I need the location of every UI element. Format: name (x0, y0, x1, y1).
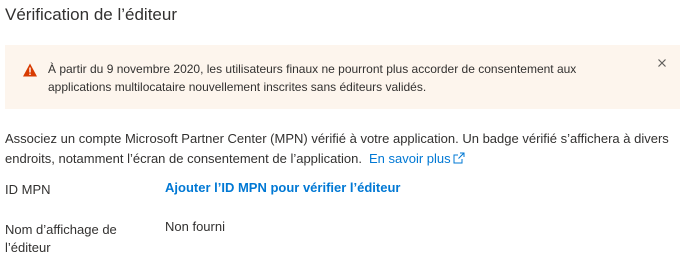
description-text: Associez un compte Microsoft Partner Cen… (5, 131, 669, 166)
learn-more-label: En savoir plus (369, 151, 451, 166)
description: Associez un compte Microsoft Partner Cen… (5, 129, 675, 169)
mpn-id-value: Ajouter l’ID MPN pour vérifier l’éditeur (165, 179, 400, 197)
warning-icon (22, 62, 38, 78)
learn-more-link[interactable]: En savoir plus (369, 151, 465, 166)
add-mpn-id-link[interactable]: Ajouter l’ID MPN pour vérifier l’éditeur (165, 180, 400, 195)
banner-message: À partir du 9 novembre 2020, les utilisa… (48, 62, 577, 94)
close-icon[interactable] (654, 55, 670, 71)
page-title: Vérification de l’éditeur (5, 5, 177, 24)
external-link-icon (453, 150, 465, 164)
warning-banner: À partir du 9 novembre 2020, les utilisa… (5, 45, 680, 109)
display-name-value: Non fourni (165, 219, 225, 234)
display-name-label: Nom d’affichage de l’éditeur (5, 222, 117, 255)
mpn-id-label: ID MPN (5, 182, 51, 197)
